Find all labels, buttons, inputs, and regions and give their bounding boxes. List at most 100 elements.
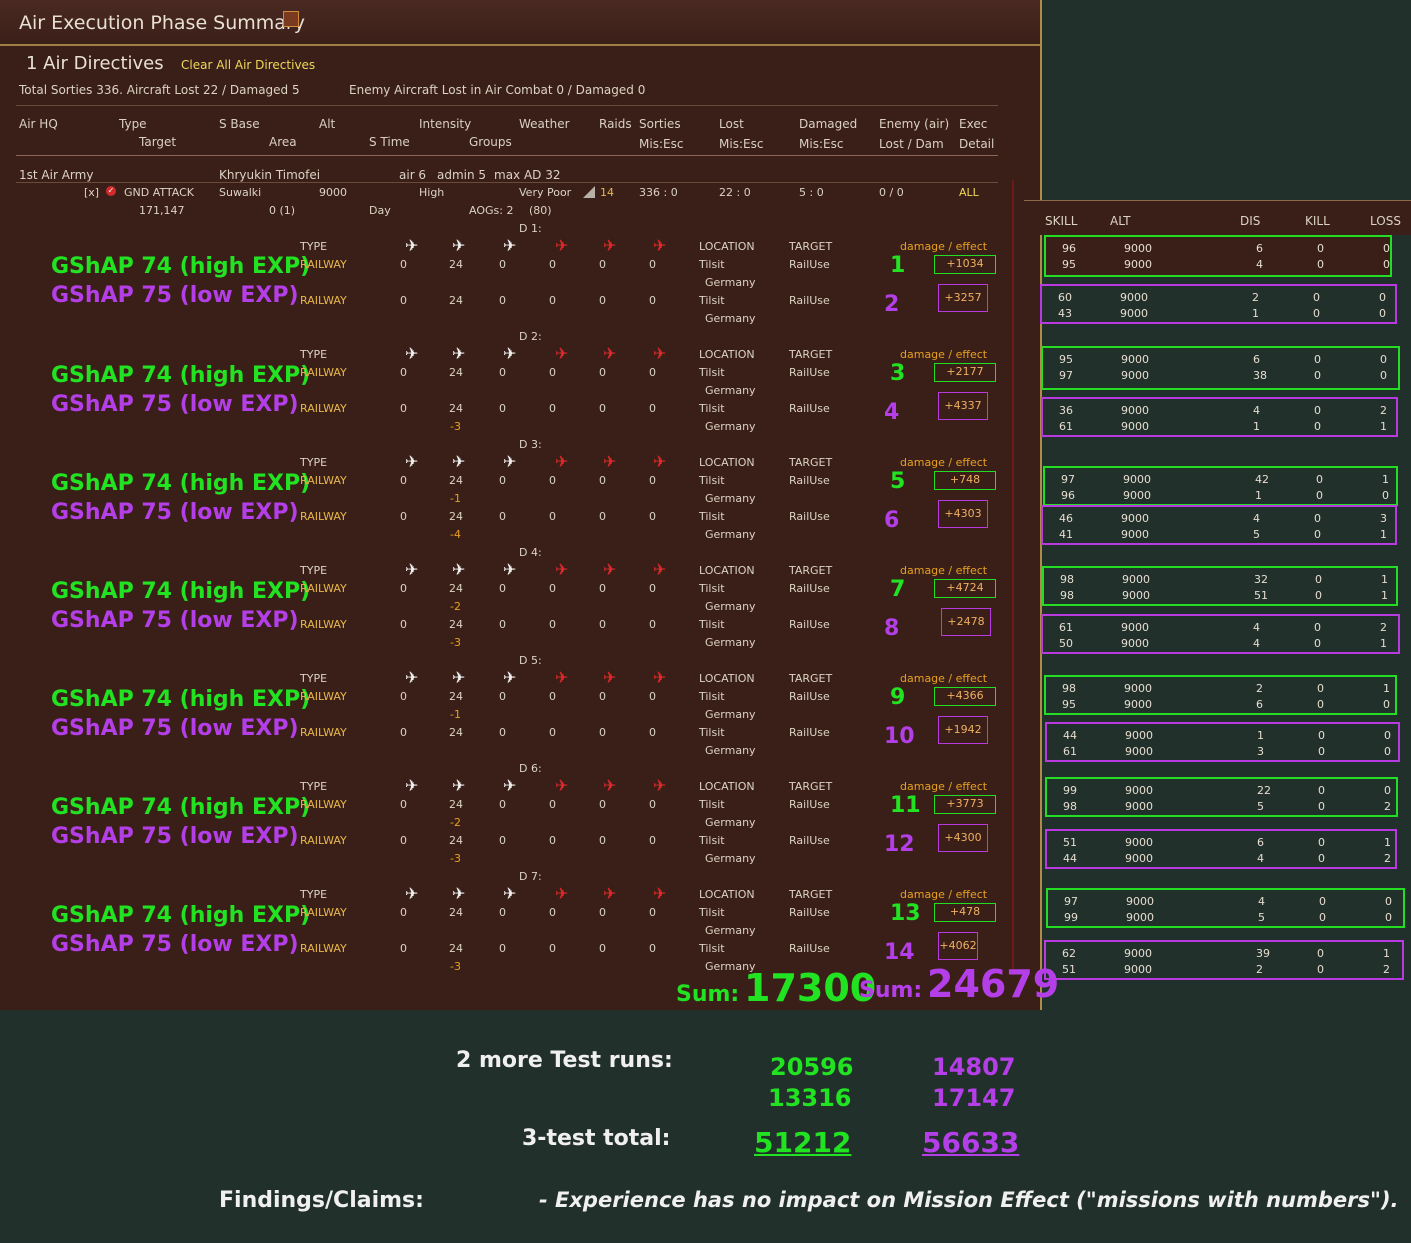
col-area[interactable]: Area	[269, 135, 297, 149]
aircraft-count: 0	[499, 510, 506, 523]
side-cell: 3	[1257, 745, 1264, 758]
loss-value: -2	[450, 816, 461, 829]
aircraft-count: 0	[400, 510, 407, 523]
target-cell: RailUse	[789, 294, 830, 307]
location-header: LOCATION	[699, 672, 755, 685]
run-number: 9	[890, 685, 906, 710]
aircraft-count: 0	[599, 582, 606, 595]
col-target[interactable]: Target	[139, 135, 176, 149]
enemy-bomber-icon: ✈	[603, 452, 617, 471]
col-raids[interactable]: Raids	[599, 117, 632, 131]
side-cell: 2	[1256, 963, 1263, 976]
col-groups[interactable]: Groups	[469, 135, 512, 149]
col-weather[interactable]: Weather	[519, 117, 570, 131]
bomber-icon: ✈	[452, 884, 466, 903]
side-cell: 9000	[1124, 947, 1152, 960]
aircraft-count: 24	[449, 510, 463, 523]
target-cell: RailUse	[789, 582, 830, 595]
loss-value: -1	[450, 708, 461, 721]
col-intensity[interactable]: Intensity	[419, 117, 471, 131]
recon-icon: ✈	[503, 236, 517, 255]
group-name-high-exp: GShAP 74 (high EXP)	[51, 687, 311, 712]
aircraft-count: 24	[449, 690, 463, 703]
location-cell: Tilsit	[699, 474, 725, 487]
clear-directives-link[interactable]: Clear All Air Directives	[181, 58, 315, 72]
location-cell: Tilsit	[699, 510, 725, 523]
mission-exec[interactable]: ALL	[959, 186, 979, 199]
location-cell: Tilsit	[699, 366, 725, 379]
mission-raids: 14	[600, 186, 614, 199]
side-cell: 9000	[1124, 258, 1152, 271]
hq-name[interactable]: 1st Air Army	[19, 168, 93, 182]
col-air-hq[interactable]: Air HQ	[19, 117, 58, 131]
aircraft-count: 0	[649, 618, 656, 631]
aircraft-count: 0	[599, 798, 606, 811]
aircraft-count: 0	[649, 258, 656, 271]
location-cell: Tilsit	[699, 582, 725, 595]
col-detail: Detail	[959, 137, 995, 151]
fighter-icon: ✈	[405, 452, 419, 471]
side-cell: 9000	[1125, 852, 1153, 865]
side-cell: 9000	[1121, 369, 1149, 382]
aircraft-count: 0	[649, 474, 656, 487]
target-header: TARGET	[789, 348, 833, 361]
mission-weather: Very Poor	[519, 186, 572, 199]
col-s-time[interactable]: S Time	[369, 135, 410, 149]
day-label: D 5:	[519, 654, 542, 667]
side-cell: 9000	[1126, 895, 1154, 908]
col-exec[interactable]: Exec	[959, 117, 987, 131]
aircraft-count: 0	[649, 906, 656, 919]
side-cell: 4	[1257, 852, 1264, 865]
col-enemy-air[interactable]: Enemy (air)	[879, 117, 949, 131]
side-cell: 98	[1060, 573, 1074, 586]
aircraft-count: 0	[649, 510, 656, 523]
side-cell: 0	[1314, 512, 1321, 525]
side-cell: 9000	[1121, 621, 1149, 634]
run-number: 13	[890, 901, 921, 926]
aircraft-count: 0	[499, 618, 506, 631]
mission-type-cell: RAILWAY	[300, 510, 347, 523]
mission-target: Suwalki	[219, 186, 262, 199]
side-cell: 9000	[1121, 353, 1149, 366]
col-sorties[interactable]: Sorties	[639, 117, 681, 131]
side-cell: 0	[1314, 528, 1321, 541]
aircraft-count: 0	[599, 294, 606, 307]
hq-divider	[16, 182, 998, 183]
type-header: TYPE	[300, 348, 328, 361]
side-cell: 0	[1384, 729, 1391, 742]
side-box-low-exp: 61 9000 4 0 2 50 9000 4 0 1	[1041, 614, 1400, 654]
run-number: 14	[884, 940, 915, 965]
enemy-bomber-icon: ✈	[603, 776, 617, 795]
group-name-high-exp: GShAP 74 (high EXP)	[51, 795, 311, 820]
side-cell: 0	[1316, 473, 1323, 486]
col-lost[interactable]: Lost	[719, 117, 744, 131]
col-damaged[interactable]: Damaged	[799, 117, 857, 131]
day-label: D 2:	[519, 330, 542, 343]
mission-checkbox[interactable]: [x]	[84, 186, 99, 199]
side-cell: 2	[1384, 852, 1391, 865]
side-cell: 0	[1318, 729, 1325, 742]
notes-icon[interactable]	[283, 11, 299, 27]
side-cell: 0	[1385, 911, 1392, 924]
hq-commander: Khryukin Timofei	[219, 168, 321, 182]
scrollbar[interactable]	[1012, 180, 1014, 970]
side-cell: 0	[1379, 291, 1386, 304]
enemy-recon-icon: ✈	[653, 344, 667, 363]
side-cell: 0	[1314, 369, 1321, 382]
side-cell: 1	[1380, 637, 1387, 650]
check-icon[interactable]: ✓	[106, 186, 116, 196]
side-cell: 9000	[1125, 800, 1153, 813]
col-s-base[interactable]: S Base	[219, 117, 260, 131]
mission-coords: 171,147	[139, 204, 185, 217]
col-alt[interactable]: Alt	[319, 117, 335, 131]
aircraft-count: 0	[499, 474, 506, 487]
group-name-high-exp: GShAP 74 (high EXP)	[51, 363, 311, 388]
aircraft-count: 0	[599, 366, 606, 379]
side-cell: 61	[1059, 621, 1073, 634]
side-cell: 4	[1253, 404, 1260, 417]
col-type[interactable]: Type	[119, 117, 147, 131]
target-cell: RailUse	[789, 618, 830, 631]
target-cell: RailUse	[789, 402, 830, 415]
more-runs-label: 2 more Test runs:	[456, 1048, 673, 1073]
side-box-high-exp: 98 9000 32 0 1 98 9000 51 0 1	[1042, 566, 1398, 606]
